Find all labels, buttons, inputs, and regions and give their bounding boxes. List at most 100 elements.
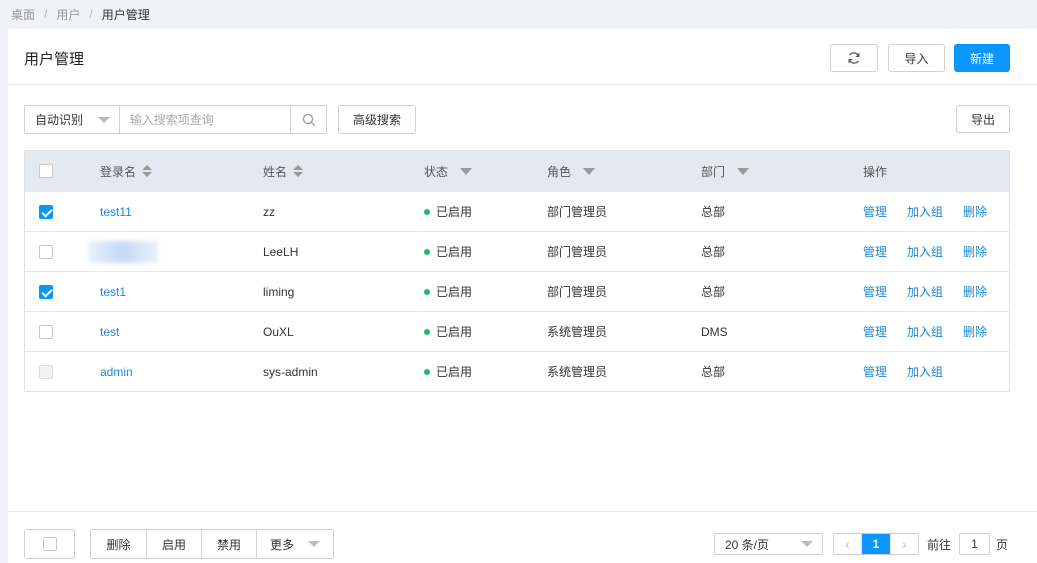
delete-link[interactable]: 删除 — [963, 232, 987, 271]
manage-link[interactable]: 管理 — [863, 312, 887, 351]
chevron-right-icon: › — [902, 536, 907, 552]
join-group-link[interactable]: 加入组 — [907, 312, 943, 351]
login-link[interactable]: test11 — [100, 192, 132, 231]
column-header-dept[interactable]: 部门 — [701, 151, 750, 191]
goto-suffix: 页 — [996, 537, 1009, 552]
manage-link[interactable]: 管理 — [863, 232, 887, 271]
batch-more-button[interactable]: 更多 — [257, 530, 333, 558]
batch-delete-button[interactable]: 删除 — [91, 530, 147, 558]
chevron-left-icon: ‹ — [845, 536, 850, 552]
login-link[interactable]: test — [100, 312, 119, 351]
login-link[interactable]: admin — [100, 352, 133, 391]
name-cell: liming — [263, 284, 295, 299]
footer-select-all-checkbox[interactable] — [42, 537, 57, 551]
table-row: LeeLH 已启用 部门管理员 总部 管理 加入组 删除 — [25, 231, 1009, 271]
column-label: 角色 — [547, 164, 572, 179]
footer-bar: 删除 启用 禁用 更多 20 条/页 ‹ 1 › 前往 1 页 — [8, 511, 1037, 563]
table-row: test1 liming 已启用 部门管理员 总部 管理 加入组 删除 — [25, 271, 1009, 311]
refresh-button[interactable] — [830, 44, 878, 72]
pagination: ‹ 1 › — [833, 533, 919, 555]
column-header-role[interactable]: 角色 — [547, 151, 596, 191]
delete-link[interactable]: 删除 — [963, 312, 987, 351]
column-label: 部门 — [701, 164, 726, 179]
column-label: 姓名 — [263, 164, 288, 179]
join-group-link[interactable]: 加入组 — [907, 272, 943, 311]
manage-link[interactable]: 管理 — [863, 352, 887, 391]
export-button[interactable]: 导出 — [956, 105, 1010, 133]
table-header: 登录名 姓名 状态 角色 部门 操作 — [25, 151, 1009, 191]
name-cell: LeeLH — [263, 244, 299, 259]
delete-link[interactable]: 删除 — [963, 192, 987, 231]
sort-icon[interactable] — [142, 165, 153, 177]
filter-icon[interactable] — [737, 167, 750, 175]
page-size-value: 20 条/页 — [725, 537, 770, 552]
column-header-actions: 操作 — [863, 164, 888, 179]
select-all-cell — [39, 151, 53, 191]
status-cell: 已启用 — [424, 272, 472, 311]
login-link[interactable]: test1 — [100, 272, 126, 311]
column-header-name[interactable]: 姓名 — [263, 151, 304, 191]
breadcrumb-separator: / — [89, 7, 93, 21]
row-checkbox-disabled — [39, 364, 53, 379]
table-row: admin sys-admin 已启用 系统管理员 总部 管理 加入组 — [25, 351, 1009, 391]
batch-disable-button[interactable]: 禁用 — [202, 530, 257, 558]
goto-page-input[interactable]: 1 — [959, 533, 991, 555]
batch-enable-button[interactable]: 启用 — [147, 530, 202, 558]
goto-page: 前往 1 页 — [927, 533, 1008, 555]
breadcrumb-item-users[interactable]: 用户 — [56, 6, 80, 23]
status-dot — [424, 368, 430, 375]
select-all-checkbox[interactable] — [39, 164, 53, 178]
role-cell: 部门管理员 — [547, 205, 608, 219]
role-cell: 部门管理员 — [547, 245, 608, 259]
redacted-text — [88, 240, 158, 263]
page-number-current[interactable]: 1 — [862, 534, 890, 554]
prev-page-button[interactable]: ‹ — [834, 534, 862, 554]
row-checkbox[interactable] — [39, 324, 53, 339]
status-cell: 已启用 — [424, 352, 472, 391]
status-dot — [424, 208, 430, 215]
batch-actions: 删除 启用 禁用 更多 — [90, 529, 334, 559]
breadcrumb: 桌面 / 用户 / 用户管理 — [11, 6, 150, 22]
status-cell: 已启用 — [424, 232, 472, 271]
column-header-status[interactable]: 状态 — [424, 151, 473, 191]
chevron-down-icon — [97, 117, 110, 123]
users-table: 登录名 姓名 状态 角色 部门 操作 test11 zz 已启用 部门管理员 总… — [24, 150, 1010, 392]
new-button[interactable]: 新建 — [954, 44, 1010, 72]
next-page-button[interactable]: › — [890, 534, 918, 554]
footer-select-all[interactable] — [24, 529, 75, 559]
manage-link[interactable]: 管理 — [863, 272, 887, 311]
more-label: 更多 — [269, 537, 294, 552]
row-checkbox[interactable] — [39, 284, 53, 299]
refresh-icon — [848, 52, 860, 64]
row-checkbox[interactable] — [39, 204, 53, 219]
search-input[interactable] — [119, 106, 291, 133]
import-button[interactable]: 导入 — [888, 44, 945, 72]
join-group-link[interactable]: 加入组 — [907, 192, 943, 231]
join-group-link[interactable]: 加入组 — [907, 352, 943, 391]
login-redacted[interactable] — [88, 232, 158, 271]
status-dot — [424, 328, 430, 335]
search-button[interactable] — [290, 106, 326, 133]
column-label: 登录名 — [100, 164, 137, 179]
filter-icon[interactable] — [460, 167, 473, 175]
manage-link[interactable]: 管理 — [863, 192, 887, 231]
role-cell: 部门管理员 — [547, 285, 608, 299]
column-label: 状态 — [424, 164, 449, 179]
join-group-link[interactable]: 加入组 — [907, 232, 943, 271]
page-size-select[interactable]: 20 条/页 — [714, 533, 823, 555]
delete-link[interactable]: 删除 — [963, 272, 987, 311]
advanced-search-button[interactable]: 高级搜索 — [338, 105, 416, 134]
table-row: test11 zz 已启用 部门管理员 总部 管理 加入组 删除 — [25, 191, 1009, 231]
dept-cell: DMS — [701, 324, 728, 339]
column-header-login[interactable]: 登录名 — [100, 151, 153, 191]
breadcrumb-item-desktop[interactable]: 桌面 — [11, 6, 35, 23]
breadcrumb-separator: / — [44, 7, 48, 21]
role-cell: 系统管理员 — [547, 365, 608, 379]
sort-icon[interactable] — [293, 165, 304, 177]
page-title: 用户管理 — [24, 51, 85, 68]
role-cell: 系统管理员 — [547, 325, 608, 339]
status-cell: 已启用 — [424, 312, 472, 351]
filter-icon[interactable] — [583, 167, 596, 175]
row-checkbox[interactable] — [39, 244, 53, 259]
search-mode-select[interactable]: 自动识别 — [25, 106, 120, 133]
